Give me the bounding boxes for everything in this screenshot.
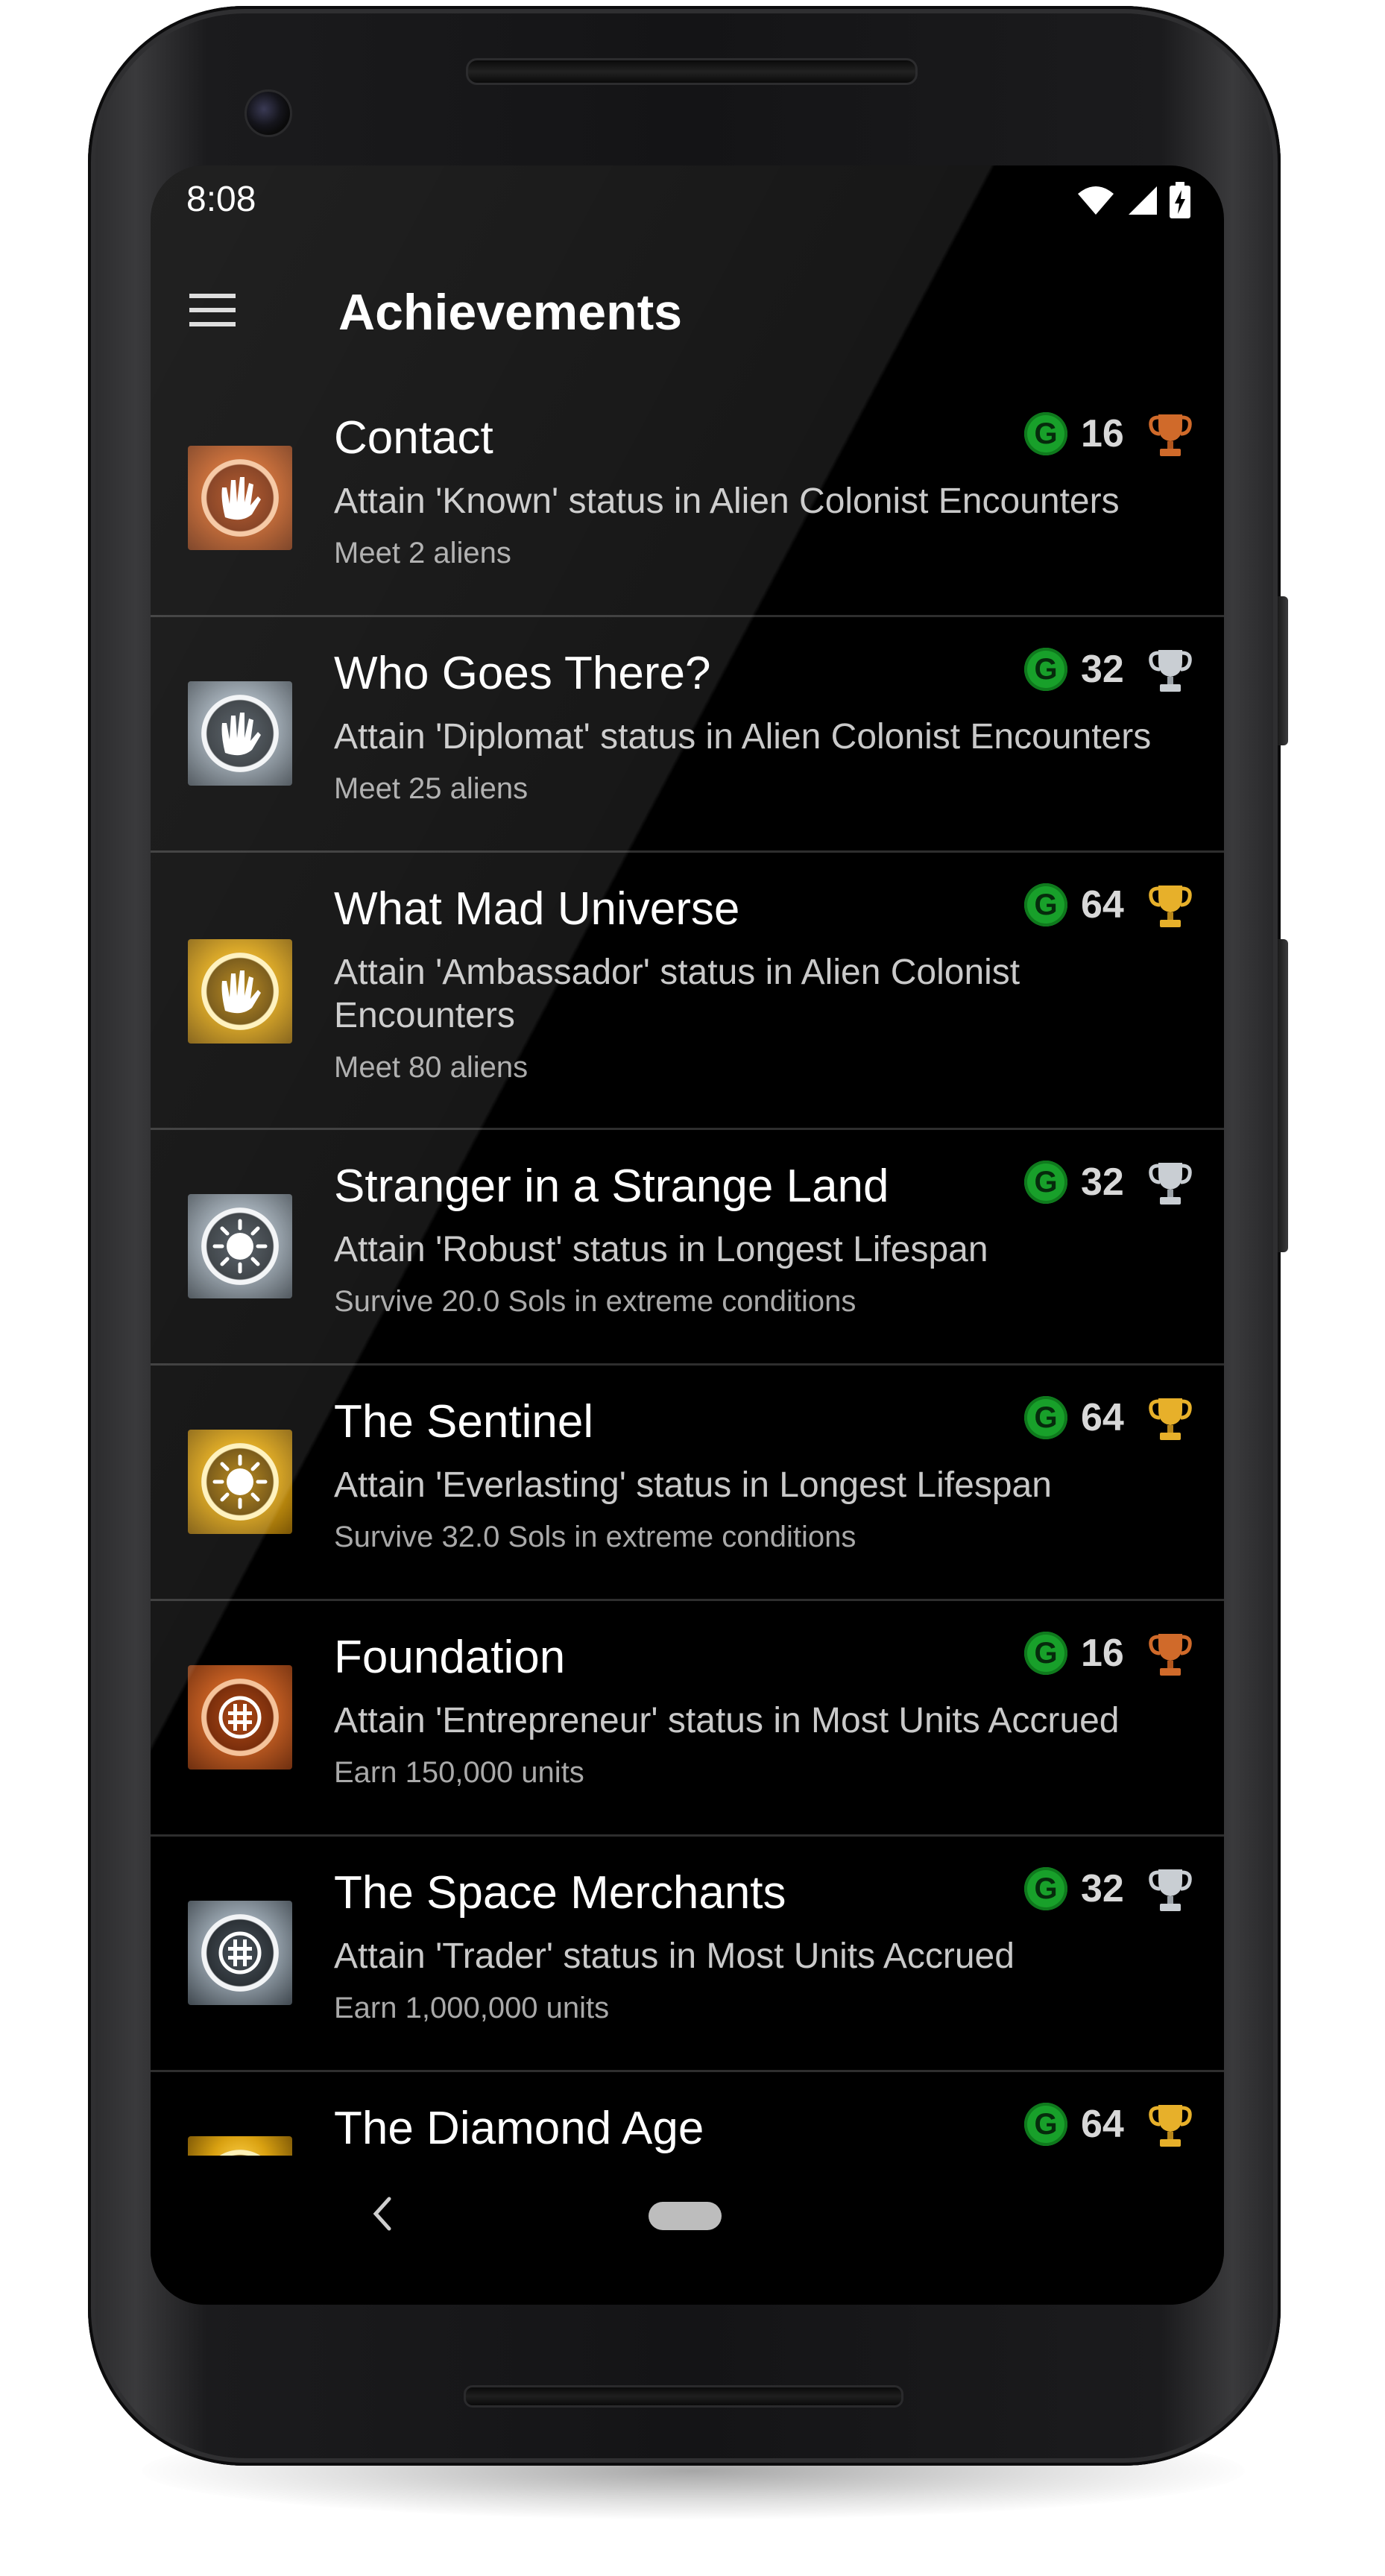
- units-coin-icon: [218, 1696, 262, 1739]
- gamerscore: G 64: [1024, 1395, 1124, 1440]
- bottom-speaker: [464, 2385, 903, 2408]
- page-title: Achievements: [338, 284, 683, 341]
- gamerscore-g-icon: G: [1024, 1161, 1067, 1204]
- gamerscore-value: 64: [1081, 2103, 1124, 2146]
- volume-button: [1278, 939, 1288, 1252]
- gamerscore-g-icon: G: [1024, 1396, 1067, 1439]
- achievement-description: Attain 'Robust' status in Longest Lifesp…: [334, 1230, 988, 1269]
- achievement-title: Stranger in a Strange Land: [334, 1161, 889, 1212]
- gamerscore-g-icon: G: [1024, 648, 1067, 691]
- achievement-row[interactable]: Contact Attain 'Known' status in Alien C…: [151, 382, 1224, 617]
- trophy-gold-icon: [1149, 2105, 1192, 2147]
- trophy-gold-icon: [1149, 886, 1192, 927]
- trophy-bronze-icon: [1149, 1634, 1192, 1676]
- cellular-signal-icon: [1129, 186, 1157, 215]
- achievement-description: Attain 'Everlasting' status in Longest L…: [334, 1465, 1052, 1505]
- gamerscore-g-icon: G: [1024, 412, 1067, 455]
- achievements-list[interactable]: Contact Attain 'Known' status in Alien C…: [151, 382, 1224, 2296]
- wifi-icon: [1078, 186, 1114, 215]
- hamburger-menu-icon[interactable]: [186, 289, 239, 331]
- gamerscore-g-icon: G: [1024, 883, 1067, 926]
- achievement-title: What Mad Universe: [334, 883, 740, 935]
- achievement-badge: [188, 1901, 292, 2005]
- gamerscore-value: 32: [1081, 1867, 1124, 1910]
- gamerscore-g-icon: G: [1024, 1632, 1067, 1675]
- units-coin-icon: [218, 1931, 262, 1974]
- achievement-badge: [188, 446, 292, 550]
- achievement-description: Attain 'Ambassador' status in Alien Colo…: [334, 953, 1020, 1035]
- alien-hand-icon: [221, 970, 261, 1014]
- gamerscore-g-icon: G: [1024, 1867, 1067, 1910]
- achievement-badge: [188, 1194, 292, 1298]
- achievement-description: Attain 'Trader' status in Most Units Acc…: [334, 1936, 1015, 1976]
- status-icons: [1076, 182, 1191, 219]
- achievement-title: The Diamond Age: [334, 2103, 704, 2154]
- achievement-title: Contact: [334, 412, 493, 464]
- gamerscore-value: 16: [1081, 1632, 1124, 1675]
- status-time: 8:08: [186, 180, 256, 219]
- achievement-badge: [188, 1430, 292, 1534]
- home-pill-icon[interactable]: [649, 2202, 722, 2230]
- device-mockup: 8:08 Achievements Contact Attain 'Known'…: [0, 0, 1385, 2576]
- gamerscore: G 64: [1024, 883, 1124, 927]
- achievement-description: Attain 'Diplomat' status in Alien Coloni…: [334, 717, 1152, 757]
- achievement-row[interactable]: Who Goes There? Attain 'Diplomat' status…: [151, 617, 1224, 853]
- app-bar: Achievements: [151, 255, 1224, 367]
- gamerscore-value: 32: [1081, 648, 1124, 691]
- gamerscore-value: 32: [1081, 1161, 1124, 1204]
- achievement-requirement: Survive 32.0 Sols in extreme conditions: [334, 1521, 856, 1553]
- achievement-description: Attain 'Entrepreneur' status in Most Uni…: [334, 1701, 1120, 1740]
- achievement-requirement: Meet 80 aliens: [334, 1051, 529, 1084]
- screen: 8:08 Achievements Contact Attain 'Known'…: [151, 165, 1224, 2305]
- gamerscore: G 16: [1024, 1631, 1124, 1676]
- earpiece-speaker: [466, 58, 918, 85]
- gamerscore-g-icon: G: [1024, 2103, 1067, 2146]
- achievement-title: The Space Merchants: [334, 1867, 786, 1919]
- status-bar: 8:08: [151, 165, 1224, 255]
- achievement-requirement: Earn 150,000 units: [334, 1756, 584, 1789]
- battery-charging-icon: [1170, 182, 1190, 218]
- achievement-badge: [188, 681, 292, 786]
- achievement-requirement: Earn 1,000,000 units: [334, 1992, 610, 2024]
- trophy-bronze-icon: [1149, 414, 1192, 456]
- system-nav-bar: [151, 2156, 1224, 2305]
- power-button: [1278, 596, 1288, 745]
- achievement-row[interactable]: The Sentinel Attain 'Everlasting' status…: [151, 1366, 1224, 1601]
- gamerscore: G 32: [1024, 647, 1124, 692]
- achievement-row[interactable]: The Space Merchants Attain 'Trader' stat…: [151, 1837, 1224, 2072]
- sun-icon: [212, 1454, 268, 1509]
- alien-hand-icon: [221, 713, 261, 756]
- gamerscore-value: 64: [1081, 883, 1124, 926]
- achievement-requirement: Meet 25 aliens: [334, 772, 529, 805]
- gamerscore: G 32: [1024, 1160, 1124, 1205]
- gamerscore: G 64: [1024, 2102, 1124, 2147]
- alien-hand-icon: [221, 477, 261, 520]
- achievement-requirement: Meet 2 aliens: [334, 537, 511, 569]
- achievement-requirement: Survive 20.0 Sols in extreme conditions: [334, 1285, 856, 1318]
- gamerscore-value: 64: [1081, 1396, 1124, 1439]
- achievement-description: Attain 'Known' status in Alien Colonist …: [334, 482, 1120, 521]
- achievement-title: Foundation: [334, 1632, 566, 1683]
- gamerscore: G 32: [1024, 1866, 1124, 1911]
- trophy-silver-icon: [1149, 1869, 1192, 1911]
- achievement-row[interactable]: Foundation Attain 'Entrepreneur' status …: [151, 1601, 1224, 1837]
- achievement-title: The Sentinel: [334, 1396, 594, 1448]
- trophy-gold-icon: [1149, 1398, 1192, 1440]
- sun-icon: [212, 1219, 268, 1274]
- achievement-row[interactable]: What Mad Universe Attain 'Ambassador' st…: [151, 853, 1224, 1130]
- front-camera: [244, 89, 292, 137]
- achievement-badge: [188, 1665, 292, 1770]
- gamerscore: G 16: [1024, 411, 1124, 456]
- gamerscore-value: 16: [1081, 412, 1124, 455]
- achievement-badge: [188, 939, 292, 1044]
- achievement-title: Who Goes There?: [334, 648, 711, 699]
- achievement-row[interactable]: Stranger in a Strange Land Attain 'Robus…: [151, 1130, 1224, 1366]
- trophy-silver-icon: [1149, 650, 1192, 692]
- back-chevron-icon[interactable]: [367, 2191, 397, 2236]
- trophy-silver-icon: [1149, 1163, 1192, 1205]
